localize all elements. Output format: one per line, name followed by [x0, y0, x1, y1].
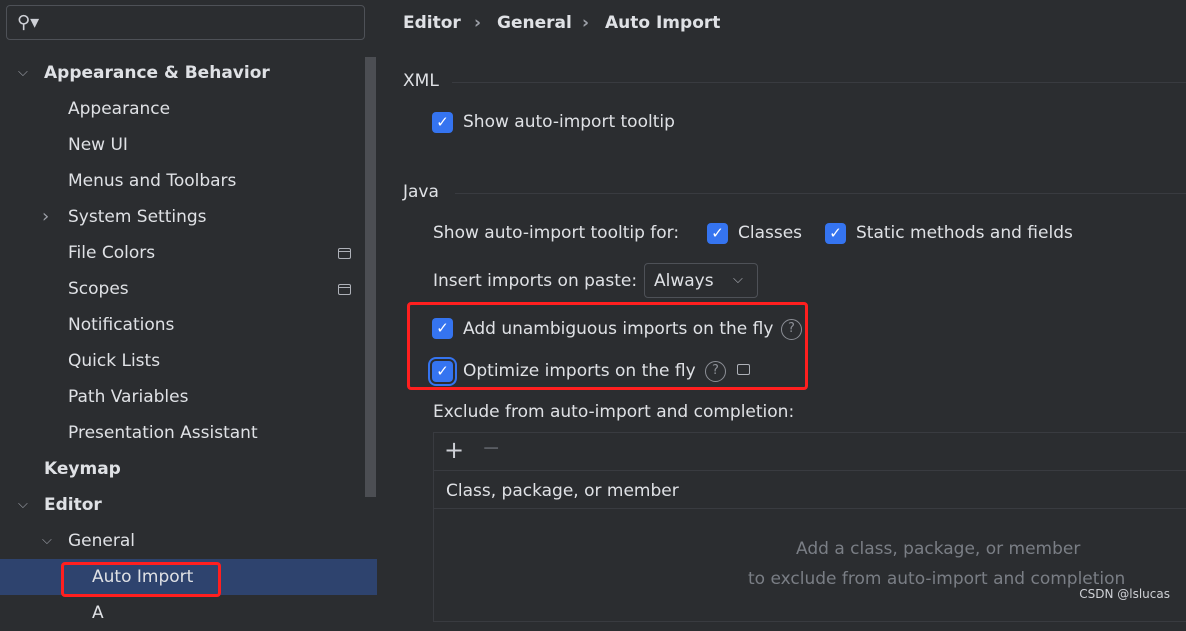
- breadcrumb-editor[interactable]: Editor: [403, 10, 461, 36]
- sidebar-item[interactable]: A: [0, 595, 377, 631]
- sidebar-item[interactable]: ⌵ Appearance & Behavior: [0, 55, 377, 91]
- divider: [452, 82, 1186, 83]
- sidebar-item-label: Path Variables: [68, 387, 189, 407]
- sidebar-item[interactable]: ⌵ General: [0, 523, 377, 559]
- chevron-down-icon[interactable]: ⌵: [42, 523, 52, 559]
- empty-text-line2: to exclude from auto-import and completi…: [748, 569, 1126, 589]
- classes-label: Classes: [738, 223, 803, 243]
- sidebar-item[interactable]: File Colors: [0, 235, 377, 271]
- divider: [455, 193, 1186, 194]
- breadcrumb-auto-import: Auto Import: [605, 13, 721, 33]
- breadcrumb-separator: ›: [582, 13, 590, 33]
- chevron-down-icon[interactable]: ⌵: [18, 487, 28, 523]
- dropdown-value: Always: [654, 271, 714, 291]
- sidebar-item[interactable]: › System Settings: [0, 199, 377, 235]
- breadcrumb-general[interactable]: General: [497, 10, 572, 36]
- search-input[interactable]: ⚲▾: [6, 5, 365, 40]
- static-label: Static methods and fields: [856, 223, 1073, 243]
- sidebar-item[interactable]: Presentation Assistant: [0, 415, 377, 451]
- remove-icon[interactable]: −: [482, 438, 500, 460]
- sidebar-item[interactable]: New UI: [0, 127, 377, 163]
- sidebar-item[interactable]: Scopes: [0, 271, 377, 307]
- exclude-table: + − Class, package, or member Add a clas…: [433, 432, 1186, 622]
- sidebar-item-label: Presentation Assistant: [68, 423, 258, 443]
- search-icon: ⚲▾: [17, 12, 40, 33]
- sidebar-item-label: File Colors: [68, 243, 156, 263]
- show-tooltip-label: Show auto-import tooltip: [463, 112, 675, 132]
- chevron-right-icon[interactable]: ›: [42, 199, 49, 235]
- sidebar-item[interactable]: Notifications: [0, 307, 377, 343]
- sidebar-item-label: Appearance & Behavior: [44, 63, 270, 83]
- insert-imports-dropdown[interactable]: Always ⌵: [644, 263, 758, 298]
- project-level-icon: [338, 248, 351, 259]
- sidebar-item-label: Editor: [44, 495, 102, 515]
- insert-imports-label: Insert imports on paste:: [433, 271, 638, 291]
- sidebar-item-label: Quick Lists: [68, 351, 161, 371]
- divider: [434, 470, 1186, 471]
- sidebar-scrollbar[interactable]: [365, 57, 376, 497]
- chevron-down-icon: ⌵: [733, 272, 743, 287]
- sidebar-item-label: Appearance: [68, 99, 171, 119]
- sidebar-item[interactable]: Path Variables: [0, 379, 377, 415]
- sidebar-item[interactable]: ⌵ Editor: [0, 487, 377, 523]
- watermark: CSDN @lslucas: [1079, 587, 1170, 601]
- sidebar-item-label: New UI: [68, 135, 128, 155]
- divider: [434, 508, 1186, 509]
- table-header: Class, package, or member: [446, 481, 679, 501]
- chevron-down-icon[interactable]: ⌵: [18, 55, 28, 91]
- sidebar-item-label: General: [68, 531, 135, 551]
- sidebar-item[interactable]: Quick Lists: [0, 343, 377, 379]
- sidebar-item-label: A: [92, 603, 104, 623]
- sidebar-item-label: Scopes: [68, 279, 129, 299]
- sidebar-item-label: Notifications: [68, 315, 175, 335]
- show-tooltip-checkbox[interactable]: ✓: [432, 112, 453, 133]
- highlight-box: [61, 562, 221, 597]
- sidebar-item-label: Keymap: [44, 459, 121, 479]
- static-checkbox[interactable]: ✓: [825, 223, 846, 244]
- tooltip-for-label: Show auto-import tooltip for:: [433, 223, 680, 243]
- highlight-box: [407, 302, 808, 390]
- exclude-label: Exclude from auto-import and completion:: [433, 402, 795, 422]
- breadcrumb-separator: ›: [474, 13, 482, 33]
- empty-text-line1: Add a class, package, or member: [796, 539, 1081, 559]
- sidebar-item[interactable]: Appearance: [0, 91, 377, 127]
- section-java-title: Java: [403, 182, 439, 202]
- classes-checkbox[interactable]: ✓: [707, 223, 728, 244]
- sidebar-item[interactable]: Menus and Toolbars: [0, 163, 377, 199]
- sidebar-item[interactable]: Keymap: [0, 451, 377, 487]
- sidebar-item-label: System Settings: [68, 207, 207, 227]
- project-level-icon: [338, 284, 351, 295]
- section-xml-title: XML: [403, 71, 439, 91]
- add-icon[interactable]: +: [444, 438, 464, 462]
- sidebar-item-label: Menus and Toolbars: [68, 171, 237, 191]
